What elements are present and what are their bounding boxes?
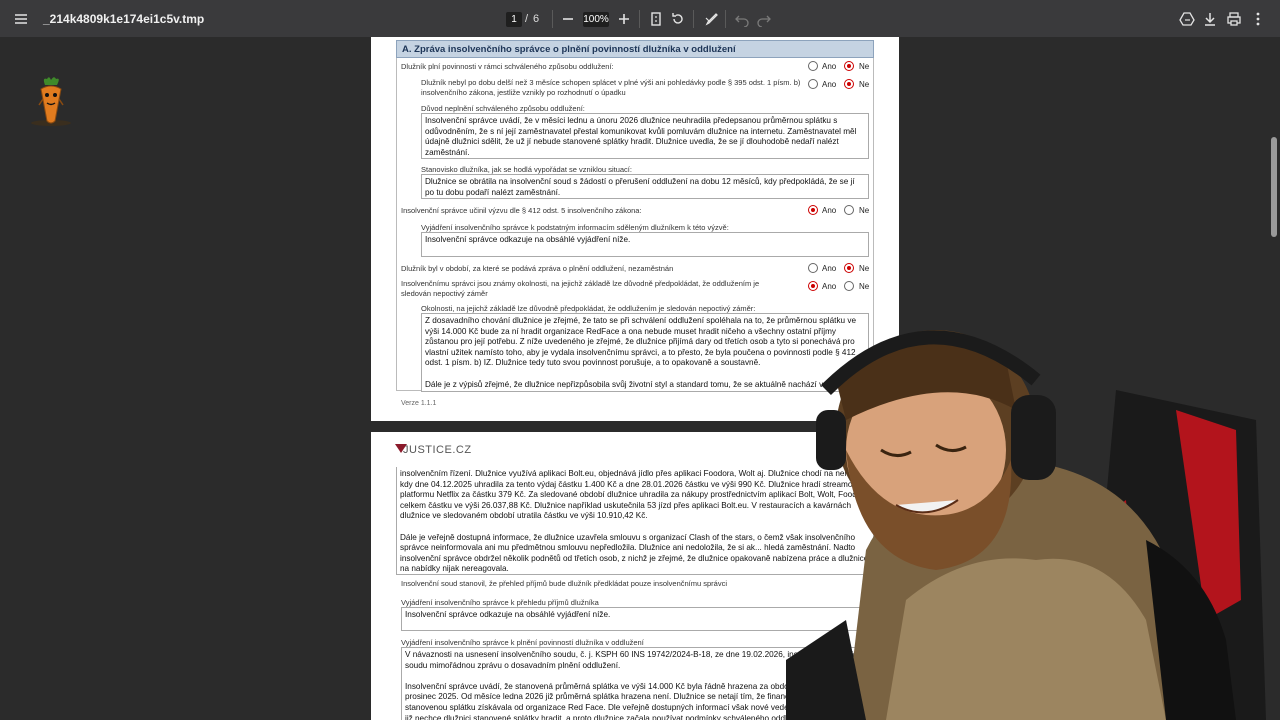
toolbar-divider [639,10,640,28]
question-vyzva: Insolvenční správce učinil výzvu dle § 4… [401,206,642,215]
radio-label: Ano [822,264,837,273]
radio-q5-ano[interactable] [808,281,818,291]
page-number-input[interactable]: 1 [506,12,522,27]
section-title: A. Zpráva insolvenčního správce o plnění… [396,40,874,58]
radio-label: Ne [859,80,870,89]
redo-icon[interactable] [754,9,774,29]
zoom-level-input[interactable]: 100% [583,12,609,27]
question-nepoctivy-zamer: Insolvenčnímu správci jsou známy okolnos… [401,279,760,298]
question-prehled-prijmu: Insolvenční soud stanovil, že přehled př… [401,579,728,588]
radio-label: Ne [859,282,870,291]
zoom-out-icon[interactable] [558,9,578,29]
page-separator: / [525,13,529,25]
radio-q3-ano[interactable] [808,205,818,215]
draw-icon[interactable] [702,9,722,29]
page-total: 6 [533,13,540,25]
pdf-toolbar: _214k4809k1e174ei1c5v.tmp 1 / 6 100% [0,0,1280,37]
debtor-textbox[interactable]: Dlužnice se obrátila na insolvenční soud… [421,174,869,199]
question-plni-povinnosti: Dlužník plní povinnosti v rámci schválen… [401,62,614,71]
radio-label: Ano [822,62,837,71]
more-icon[interactable] [1248,9,1268,29]
radio-label: Ne [859,264,870,273]
question-nebyl-schopen: Dlužník nebyl po dobu delší než 3 měsíce… [421,78,801,97]
radio-q1-ano[interactable] [808,61,818,71]
radio-q1-ne[interactable] [844,61,854,71]
radio-label: Ano [822,282,837,291]
reason-textbox[interactable]: Insolvenční správce uvádí, že v měsíci l… [421,113,869,159]
radio-q2-ne[interactable] [844,79,854,89]
radio-q3-ne[interactable] [844,205,854,215]
drive-icon[interactable] [1177,9,1197,29]
toolbar-divider [552,10,553,28]
carrot-mascot-icon [28,75,74,127]
undo-icon[interactable] [732,9,752,29]
person-icon [786,330,1266,720]
form-version: Verze 1.1.1 [401,400,437,407]
radio-q5-ne[interactable] [844,281,854,291]
radio-q2-ano[interactable] [808,79,818,89]
radio-label: Ano [822,80,837,89]
radio-q4-ne[interactable] [844,263,854,273]
radio-label: Ano [822,206,837,215]
download-icon[interactable] [1200,9,1220,29]
radio-label: Ne [859,62,870,71]
radio-q4-ano[interactable] [808,263,818,273]
zoom-in-icon[interactable] [614,9,634,29]
fit-page-icon[interactable] [646,9,666,29]
toolbar-divider [725,10,726,28]
rotate-icon[interactable] [668,9,688,29]
vertical-scrollbar[interactable] [1271,137,1277,237]
question-nezamestnan: Dlužník byl v období, za které se podává… [401,264,674,273]
print-icon[interactable] [1224,9,1244,29]
webcam-overlay [786,300,1280,720]
file-name: _214k4809k1e174ei1c5v.tmp [43,12,205,26]
menu-icon[interactable] [11,9,31,29]
radio-label: Ne [859,206,870,215]
vyzva-textbox[interactable]: Insolvenční správce odkazuje na obsáhlé … [421,232,869,257]
justice-logo: JUSTICE.CZ [403,444,472,456]
toolbar-divider [693,10,694,28]
